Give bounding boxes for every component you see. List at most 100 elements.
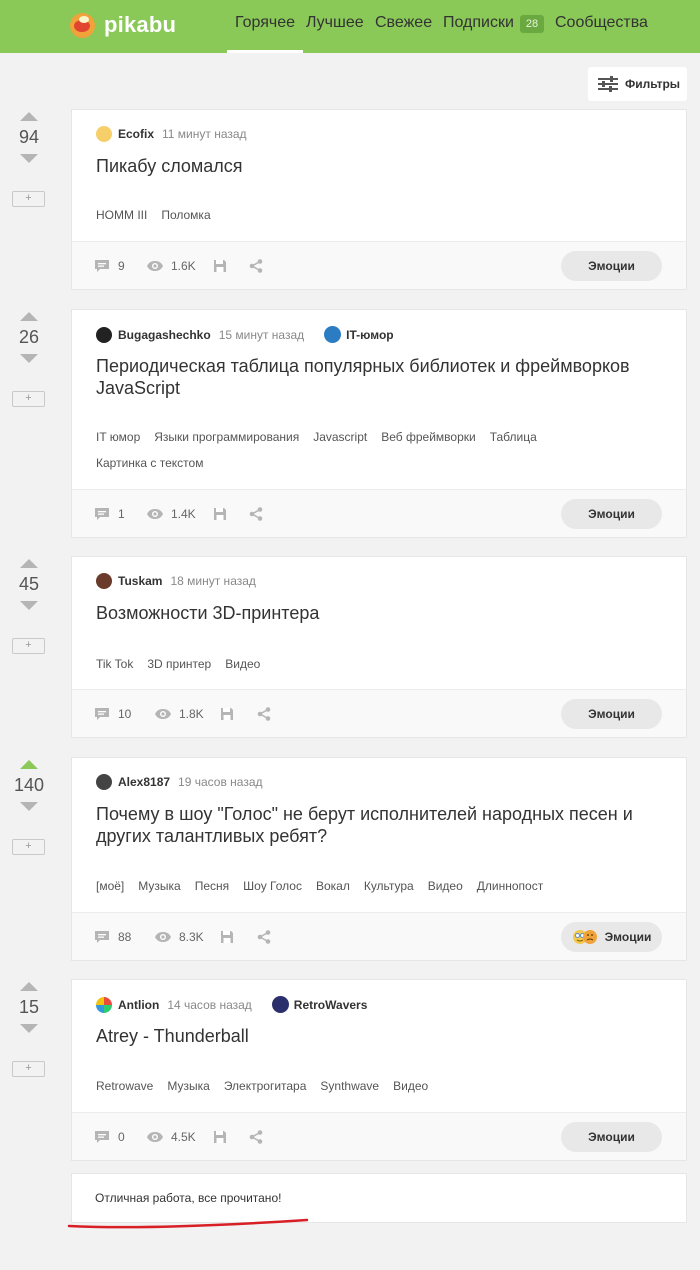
story-title[interactable]: Atrey - Thunderball (96, 1025, 666, 1047)
emotions-button[interactable]: Эмоции (561, 922, 662, 952)
tag[interactable]: Культура (364, 873, 414, 899)
subscriptions-badge: 28 (519, 15, 545, 33)
save-plus-button[interactable]: + (12, 638, 45, 654)
vote-up-button[interactable] (20, 559, 38, 568)
story-meta: Alex8187 19 часов назад (96, 774, 283, 790)
tag[interactable]: Длиннопост (477, 873, 543, 899)
views-counter: 4.5K (147, 1113, 196, 1161)
tag[interactable]: Картинка с текстом (96, 450, 203, 476)
rating-block: 45 (10, 559, 48, 610)
tag[interactable]: Видео (428, 873, 463, 899)
comment-icon (95, 1131, 109, 1143)
author-name[interactable]: Bugagashechko (118, 328, 211, 342)
tag[interactable]: Поломка (161, 202, 210, 228)
vote-up-button[interactable] (20, 312, 38, 321)
author-name[interactable]: Antlion (118, 998, 159, 1012)
author-name[interactable]: Ecofix (118, 127, 154, 141)
vote-down-button[interactable] (20, 802, 38, 811)
vote-down-button[interactable] (20, 354, 38, 363)
emotions-button[interactable]: Эмоции (561, 699, 662, 729)
nav-subscriptions[interactable]: Подписки 28 (443, 0, 545, 53)
tag[interactable]: HOMM III (96, 202, 147, 228)
tag[interactable]: Synthwave (320, 1073, 379, 1099)
vote-up-button[interactable] (20, 760, 38, 769)
tag[interactable]: Песня (195, 873, 229, 899)
save-plus-button[interactable]: + (12, 191, 45, 207)
tag[interactable]: Видео (393, 1073, 428, 1099)
tag[interactable]: Retrowave (96, 1073, 153, 1099)
comments-button[interactable]: 9 (94, 242, 125, 290)
author-name[interactable]: Tuskam (118, 574, 162, 588)
emotions-button[interactable]: Эмоции (561, 1122, 662, 1152)
nav-fresh[interactable]: Свежее (375, 0, 432, 53)
tag[interactable]: Tik Tok (96, 651, 133, 677)
tag[interactable]: 3D принтер (147, 651, 211, 677)
save-button[interactable] (220, 913, 242, 961)
emotions-label: Эмоции (604, 930, 652, 944)
site-logo[interactable]: pikabu (70, 10, 176, 40)
nav-hot[interactable]: Горячее (226, 0, 304, 53)
save-button[interactable] (213, 490, 235, 538)
community-avatar[interactable] (324, 326, 342, 343)
share-button[interactable] (257, 913, 279, 961)
save-button[interactable] (213, 1113, 235, 1161)
filters-button[interactable]: Фильтры (588, 67, 687, 101)
save-button[interactable] (220, 690, 242, 738)
tag[interactable]: Вокал (316, 873, 350, 899)
comments-button[interactable]: 0 (94, 1113, 125, 1161)
nav-communities[interactable]: Сообщества (555, 0, 648, 53)
share-icon (257, 930, 271, 944)
author-avatar[interactable] (96, 326, 112, 343)
all-read-text: Отличная работа, все прочитано! (95, 1191, 282, 1205)
story-tags: HOMM III Поломка (96, 202, 666, 228)
story-title[interactable]: Периодическая таблица популярных библиот… (96, 355, 666, 399)
tag[interactable]: Музыка (167, 1073, 209, 1099)
story-title[interactable]: Возможности 3D-принтера (96, 602, 666, 624)
author-avatar[interactable] (96, 996, 112, 1013)
author-name[interactable]: Alex8187 (118, 775, 170, 789)
comments-button[interactable]: 10 (94, 690, 131, 738)
vote-up-button[interactable] (20, 112, 38, 121)
community-avatar[interactable] (271, 996, 289, 1013)
save-plus-button[interactable]: + (12, 391, 45, 407)
vote-down-button[interactable] (20, 1024, 38, 1033)
tag[interactable]: [моё] (96, 873, 124, 899)
vote-down-button[interactable] (20, 601, 38, 610)
author-avatar[interactable] (96, 573, 112, 589)
save-button[interactable] (213, 242, 235, 290)
author-avatar[interactable] (96, 774, 112, 790)
comments-count: 1 (118, 507, 125, 521)
tag[interactable]: Электрогитара (224, 1073, 307, 1099)
share-button[interactable] (249, 242, 271, 290)
comments-button[interactable]: 88 (94, 913, 131, 961)
author-avatar[interactable] (96, 126, 112, 142)
story-title[interactable]: Пикабу сломался (96, 155, 666, 177)
share-button[interactable] (257, 690, 279, 738)
emotions-button[interactable]: Эмоции (561, 499, 662, 529)
views-counter: 8.3K (155, 913, 204, 961)
community-name[interactable]: IT-юмор (346, 328, 393, 342)
comments-button[interactable]: 1 (94, 490, 125, 538)
views-count: 8.3K (179, 930, 204, 944)
share-button[interactable] (249, 1113, 271, 1161)
save-plus-button[interactable]: + (12, 1061, 45, 1077)
rating-value: 45 (18, 574, 40, 594)
community-name[interactable]: RetroWavers (294, 998, 368, 1012)
tag[interactable]: Шоу Голос (243, 873, 302, 899)
tag[interactable]: Языки программирования (154, 424, 299, 450)
tag[interactable]: Веб фреймворки (381, 424, 475, 450)
share-button[interactable] (249, 490, 271, 538)
story-title[interactable]: Почему в шоу "Голос" не берут исполнител… (96, 803, 666, 847)
vote-down-button[interactable] (20, 154, 38, 163)
tag[interactable]: Видео (225, 651, 260, 677)
tag[interactable]: Javascript (313, 424, 367, 450)
nav-best[interactable]: Лучшее (306, 0, 364, 53)
emotions-button[interactable]: Эмоции (561, 251, 662, 281)
save-plus-button[interactable]: + (12, 839, 45, 855)
rating-value: 26 (18, 327, 40, 347)
tag[interactable]: Таблица (490, 424, 537, 450)
story-card: Antlion 14 часов назад RetroWavers Atrey… (71, 979, 687, 1161)
tag[interactable]: Музыка (138, 873, 180, 899)
vote-up-button[interactable] (20, 982, 38, 991)
tag[interactable]: IT юмор (96, 424, 140, 450)
